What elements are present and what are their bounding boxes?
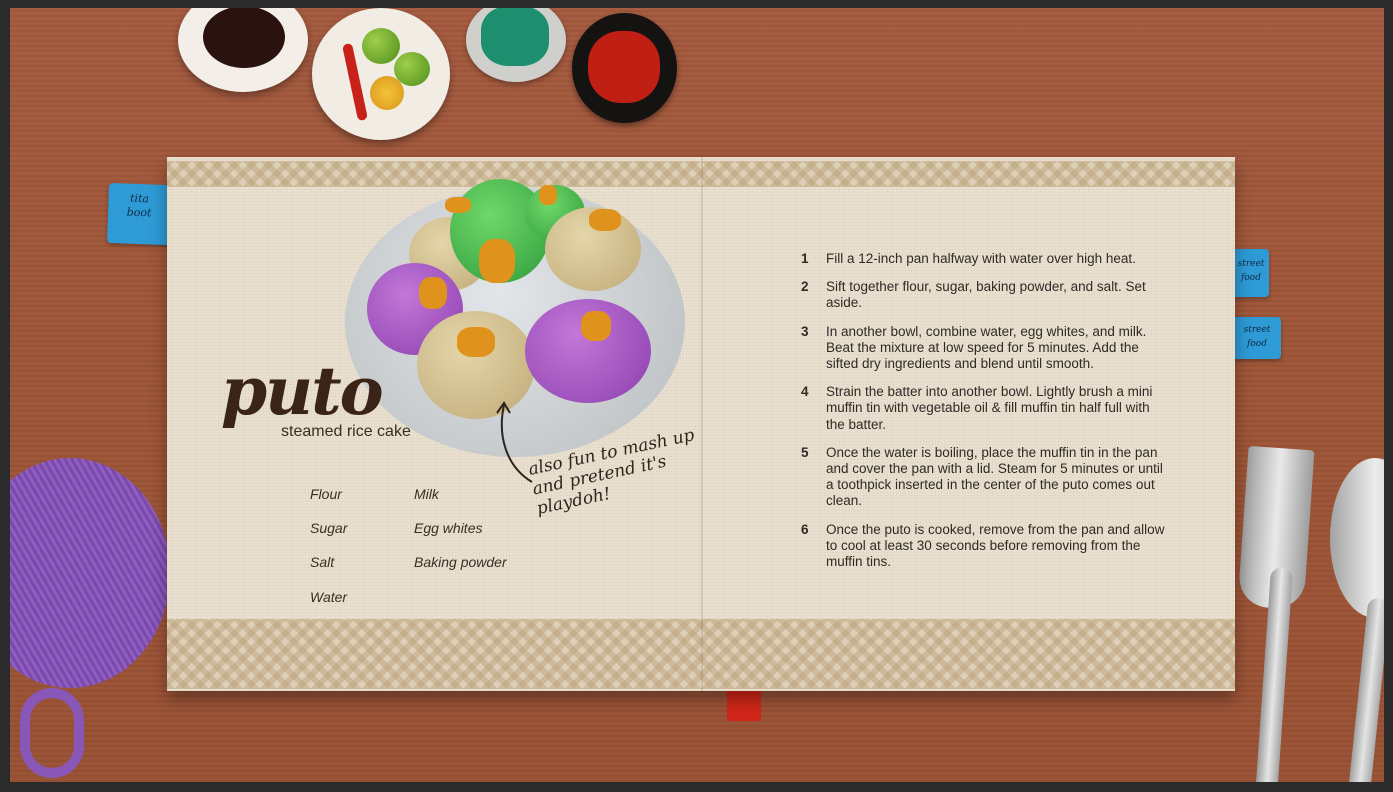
step-text: In another bowl, combine water, egg whit… <box>826 323 1147 372</box>
lime-half <box>370 76 404 110</box>
window-frame: tita boot street food street food puto s… <box>0 0 1393 792</box>
step-text: Once the water is boiling, place the muf… <box>826 444 1163 509</box>
ingredient: Baking powder <box>414 554 507 570</box>
step-text: Strain the batter into another bowl. Lig… <box>826 384 1153 432</box>
cheese-topping <box>539 185 557 205</box>
step-4: 4 Strain the batter into another bowl. Li… <box>801 384 1171 433</box>
cheese-topping <box>479 239 515 283</box>
step-5: 5 Once the water is boiling, place the mu… <box>801 445 1171 510</box>
step-3: 3 In another bowl, combine water, egg whi… <box>801 324 1171 373</box>
cheese-topping <box>589 209 621 231</box>
cheese-topping <box>581 311 611 341</box>
ingredient: Milk <box>414 486 439 502</box>
step-text: Sift together flour, sugar, baking powde… <box>826 279 1146 311</box>
red-sauce-bowl[interactable] <box>572 13 677 123</box>
step-6: 6 Once the puto is cooked, remove from th… <box>801 522 1171 571</box>
calamansi-bowl[interactable] <box>312 8 450 140</box>
ingredient: Salt <box>310 554 335 570</box>
cheese-topping <box>457 327 495 357</box>
green-sauce <box>481 8 549 66</box>
ingredient: Sugar <box>310 520 348 536</box>
recipe-title: puto <box>221 352 384 430</box>
spoon-icon[interactable] <box>1330 458 1384 618</box>
lime <box>362 28 400 64</box>
step-1: 1 Fill a 12-inch pan halfway with water o… <box>801 251 1171 267</box>
cheese-topping <box>445 197 471 213</box>
step-number: 6 <box>801 521 809 537</box>
table-background: tita boot street food street food puto s… <box>10 8 1384 782</box>
step-2: 2 Sift together flour, sugar, baking powd… <box>801 279 1171 311</box>
bookmark-ribbon[interactable] <box>727 688 761 721</box>
ingredient: Flour <box>310 486 342 502</box>
recipe-subtitle: steamed rice cake <box>281 423 411 440</box>
step-number: 3 <box>801 323 809 339</box>
yarn-strand <box>20 688 84 778</box>
soy-sauce <box>203 8 285 68</box>
step-number: 4 <box>801 384 809 400</box>
cheese-topping <box>419 277 447 309</box>
recipe-steps: 1 Fill a 12-inch pan halfway with water o… <box>801 251 1171 582</box>
ingredient: Egg whites <box>414 520 483 536</box>
step-text: Fill a 12-inch pan halfway with water ov… <box>826 251 1136 266</box>
tab-tita-boot[interactable]: tita boot <box>106 182 172 246</box>
soy-sauce-bowl[interactable] <box>178 8 308 92</box>
tab-street-food-1[interactable]: street food <box>1233 249 1269 297</box>
tab-street-food-2[interactable]: street food <box>1233 317 1281 359</box>
spoon-handle <box>1347 597 1384 782</box>
step-number: 2 <box>801 279 809 295</box>
recipe-book: puto steamed rice cake also fun to mash … <box>167 157 1235 691</box>
yarn-ball[interactable] <box>10 458 170 688</box>
red-sauce <box>588 31 660 103</box>
green-sauce-bowl[interactable] <box>466 8 566 82</box>
step-text: Once the puto is cooked, remove from the… <box>826 521 1165 570</box>
step-number: 5 <box>801 444 809 460</box>
step-number: 1 <box>801 251 809 266</box>
book-spine <box>701 157 703 691</box>
ingredient: Water <box>310 589 348 605</box>
